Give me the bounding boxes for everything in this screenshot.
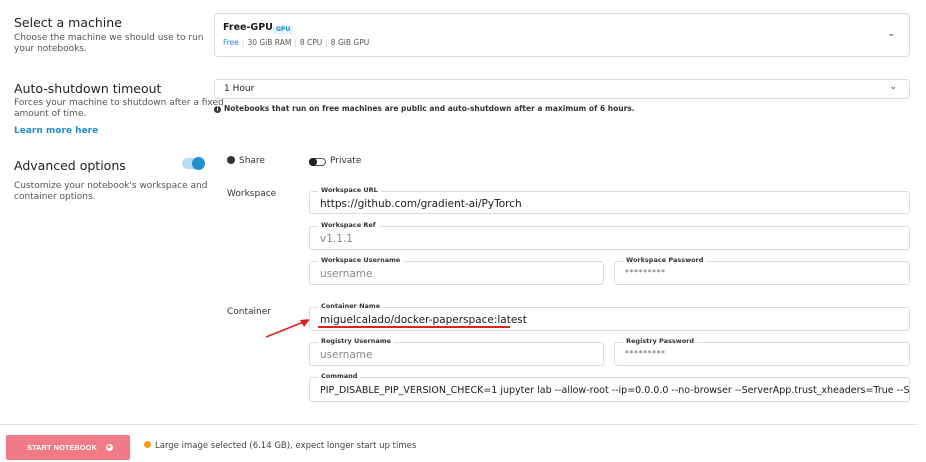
workspace-url-value: https://github.com/gradient-ai/PyTorch [320,198,522,210]
command-field[interactable]: Command PIP_DISABLE_PIP_VERSION_CHECK=1 … [309,372,910,402]
private-label: Private [330,156,362,166]
share-option[interactable]: Share [227,156,265,166]
registry-password-value: ********* [625,349,666,358]
shutdown-section-title: Auto-shutdown timeout [14,81,162,96]
timeout-value: 1 Hour [224,84,255,94]
machine-tier: Free [223,38,239,47]
info-icon: i [214,106,221,113]
machine-ram: 30 GiB RAM [247,38,292,47]
machine-name: Free-GPU [223,22,273,33]
learn-more-link[interactable]: Learn more here [14,126,98,136]
shutdown-desc-line2: amount of time. [14,109,87,119]
advanced-desc-line2: container options. [14,192,96,202]
large-image-warning: Large image selected (6.14 GB), expect l… [144,441,416,451]
share-label: Share [239,156,265,166]
workspace-password-value: ********* [625,268,666,277]
workspace-ref-label: Workspace Ref [318,221,379,229]
registry-username-label: Registry Username [318,337,394,345]
annotation-arrow-icon [265,319,310,338]
machine-desc-line1: Choose the machine we should use to run [14,33,204,43]
machine-gpu: 8 GiB GPU [330,38,370,47]
workspace-username-label: Workspace Username [318,256,404,264]
machine-cpu: 8 CPU [299,38,323,47]
annotation-underline [318,326,510,328]
advanced-section-title: Advanced options [14,158,126,173]
container-name-label: Container Name [318,302,384,310]
start-notebook-label: START NOTEBOOK [27,443,97,452]
chevron-down-icon: ⌄ [889,82,897,92]
share-icon [227,156,235,164]
workspace-label: Workspace [227,189,277,199]
play-icon: ▶ [106,444,113,451]
advanced-options-toggle[interactable] [182,157,205,170]
large-image-warning-text: Large image selected (6.14 GB), expect l… [155,441,417,451]
warning-dot-icon [144,441,151,448]
container-name-value: miguelcalado/docker-paperspace:latest [320,314,527,326]
toggle-knob [192,157,205,170]
free-machine-note-text: Notebooks that run on free machines are … [224,104,635,113]
workspace-url-field[interactable]: Workspace URL https://github.com/gradien… [309,186,910,214]
chevron-down-icon: ⌄ [887,29,895,39]
private-toggle-knob [309,158,317,166]
free-machine-note: i Notebooks that run on free machines are… [214,104,635,113]
workspace-username-placeholder: username [320,268,373,280]
private-toggle[interactable] [309,158,326,166]
shutdown-timeout-select[interactable]: 1 Hour ⌄ [214,79,910,99]
advanced-section-description: Customize your notebook's workspace and … [14,181,207,203]
registry-password-field[interactable]: Registry Password ********* [614,337,910,366]
advanced-desc-line1: Customize your notebook's workspace and [14,181,208,191]
registry-username-placeholder: username [320,349,373,361]
workspace-password-label: Workspace Password [623,256,707,264]
machine-desc-line2: your notebooks. [14,44,87,54]
workspace-ref-field[interactable]: Workspace Ref v1.1.1 [309,221,910,250]
shutdown-desc-line1: Forces your machine to shutdown after a … [14,98,224,108]
machine-section-title: Select a machine [14,15,122,30]
workspace-password-field[interactable]: Workspace Password ********* [614,256,910,285]
command-value: PIP_DISABLE_PIP_VERSION_CHECK=1 jupyter … [320,385,909,396]
machine-select[interactable]: Free-GPU GPU Free | 30 GiB RAM | 8 CPU | 8 GiB… [214,13,910,57]
start-notebook-button[interactable]: START NOTEBOOK ▶ [6,435,130,460]
workspace-username-field[interactable]: Workspace Username username [309,256,604,285]
command-clip: PIP_DISABLE_PIP_VERSION_CHECK=1 jupyter … [310,378,909,401]
machine-specs: Free | 30 GiB RAM | 8 CPU | 8 GiB GPU [223,38,370,47]
registry-username-field[interactable]: Registry Username username [309,337,604,366]
footer-divider [0,424,918,425]
shutdown-section-description: Forces your machine to shutdown after a … [14,98,224,120]
machine-section-description: Choose the machine we should use to run … [14,33,204,55]
registry-password-label: Registry Password [623,337,698,345]
workspace-ref-placeholder: v1.1.1 [320,233,353,245]
workspace-url-label: Workspace URL [318,186,381,194]
gpu-badge: GPU [273,25,294,34]
